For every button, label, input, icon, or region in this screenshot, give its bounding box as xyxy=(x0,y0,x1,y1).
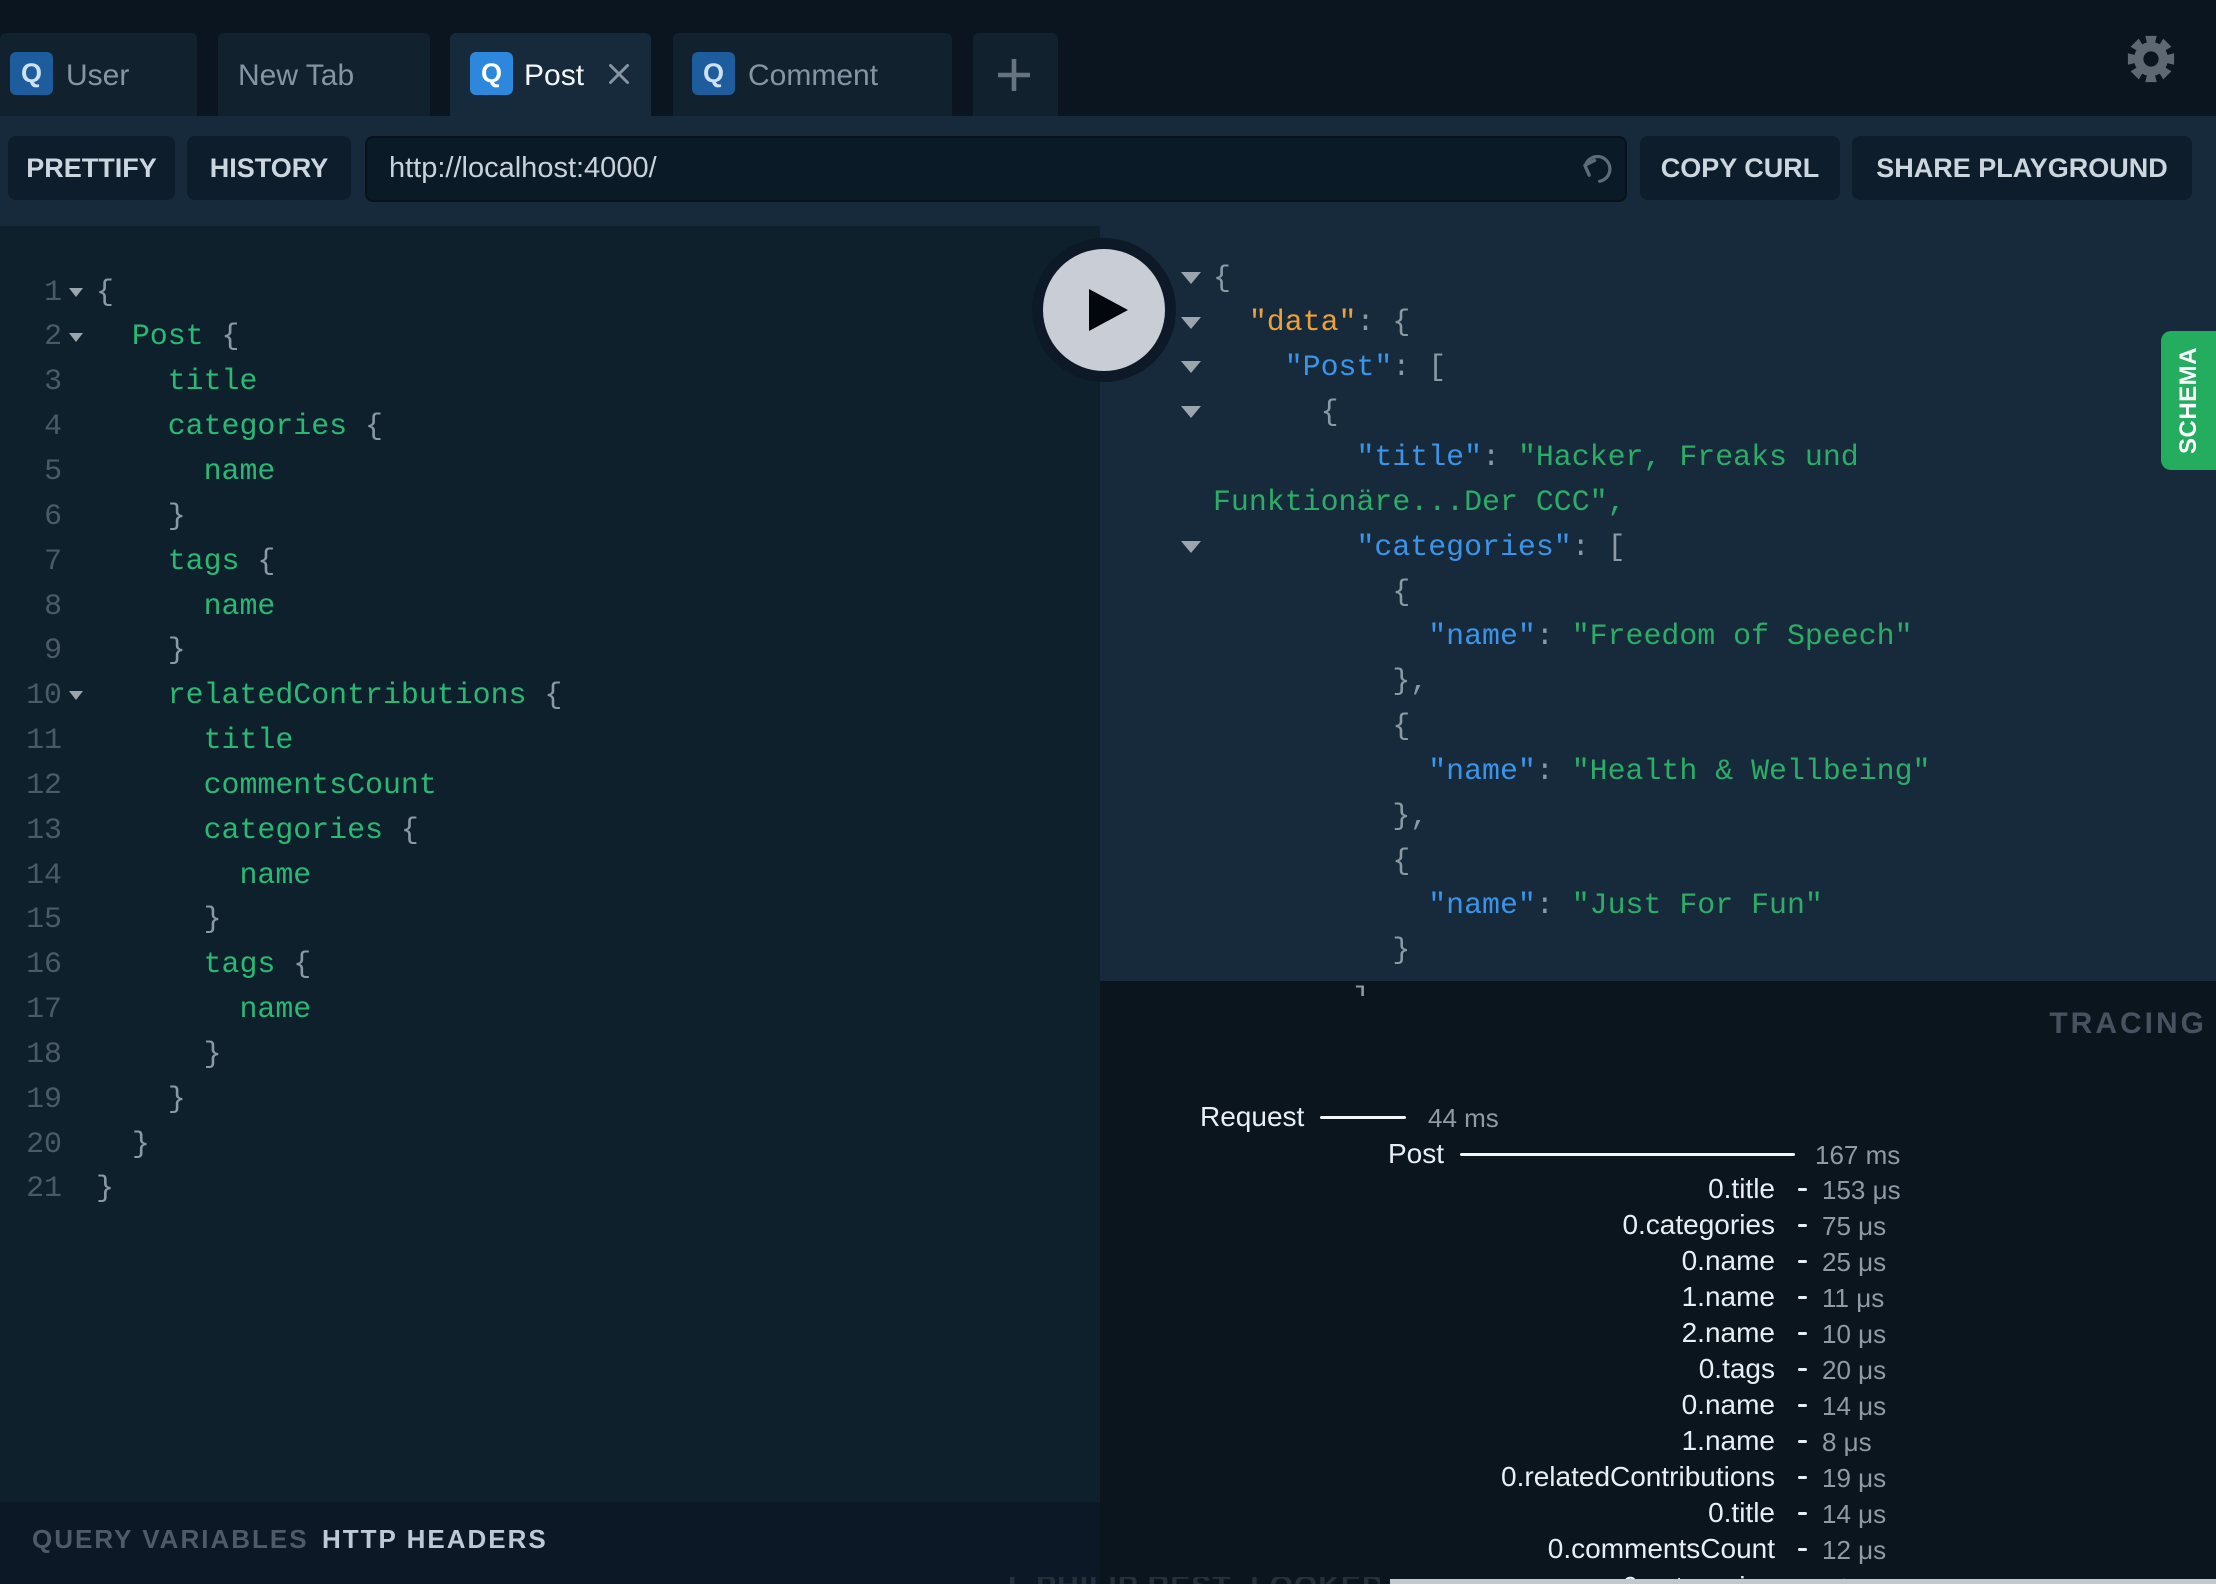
svg-text:SCHEMA: SCHEMA xyxy=(2175,347,2202,454)
